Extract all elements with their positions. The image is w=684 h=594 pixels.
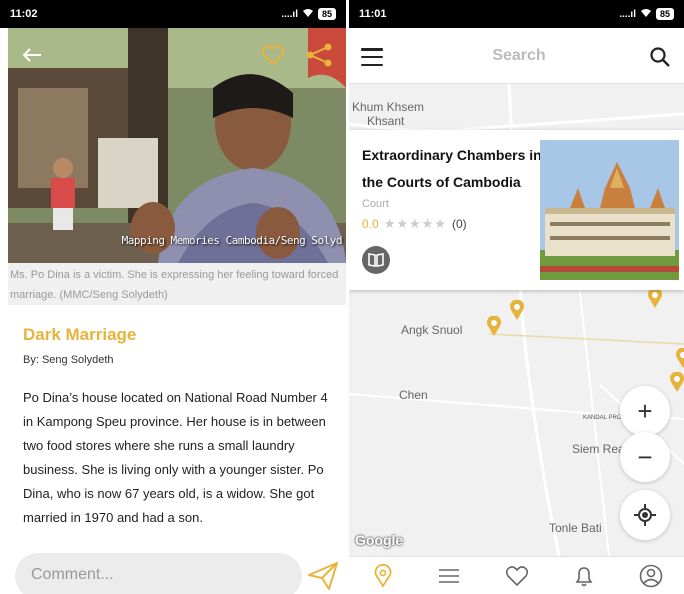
- search-bar: [349, 28, 684, 84]
- article-body: Po Dina’s house located on National Road…: [23, 390, 328, 525]
- map-label: Chen: [399, 388, 428, 402]
- review-count: (0): [451, 217, 467, 231]
- star-rating-icon: ★★★★★: [383, 216, 447, 231]
- article-title: Dark Marriage: [23, 325, 137, 344]
- map-screen: 11:01 ....ıl 85 Khum Khsem Khsant An: [349, 0, 684, 594]
- battery-icon: 85: [317, 8, 336, 20]
- signal-icon: ....ıl: [281, 8, 298, 20]
- map-label: Angk Snuol: [401, 323, 463, 337]
- map-pin-icon[interactable]: [486, 316, 502, 336]
- status-time: 11:02: [10, 8, 38, 20]
- book-icon[interactable]: [362, 246, 390, 274]
- favorite-heart-icon[interactable]: [261, 44, 285, 66]
- map-pin-icon[interactable]: [647, 288, 663, 308]
- google-logo: Google: [355, 532, 404, 548]
- rating-value: 0.0: [362, 217, 379, 231]
- hero-photo-credit: Mapping Memories Cambodia/Seng Solyd: [121, 234, 343, 247]
- place-title: Extraordinary Chambers in the Courts of …: [362, 147, 542, 190]
- map-label: Khsant: [367, 114, 405, 128]
- zoom-in-button[interactable]: +: [620, 386, 670, 436]
- place-photo: [540, 140, 679, 280]
- battery-icon: 85: [655, 8, 674, 20]
- map-label: Tonle Bati: [549, 521, 602, 535]
- map-pin-icon[interactable]: [509, 300, 525, 320]
- hero-photo: Mapping Memories Cambodia/Seng Solyd: [8, 28, 346, 263]
- wifi-icon: [640, 8, 652, 21]
- bottom-nav: [349, 556, 684, 594]
- search-input[interactable]: [459, 44, 579, 68]
- map-label: KANDAL PRO: [583, 415, 622, 421]
- map-pin-icon[interactable]: [371, 563, 395, 588]
- place-rating: 0.0 ★★★★★ (0): [362, 216, 467, 232]
- list-icon[interactable]: [438, 564, 462, 588]
- share-icon[interactable]: [304, 42, 334, 68]
- status-bar: 11:01 ....ıl 85: [349, 0, 684, 28]
- map-pin-icon[interactable]: [669, 372, 684, 392]
- article-byline: By: Seng Solydeth: [23, 354, 114, 366]
- comment-input[interactable]: Comment...: [15, 553, 302, 594]
- crosshair-icon: [634, 504, 656, 526]
- zoom-out-button[interactable]: −: [620, 432, 670, 482]
- wifi-icon: [302, 8, 314, 21]
- back-arrow-icon[interactable]: [22, 48, 42, 62]
- my-location-button[interactable]: [620, 490, 670, 540]
- status-time: 11:01: [359, 8, 387, 20]
- story-screen: 11:02 ....ıl 85 Mapping Memories Cambodi…: [0, 0, 346, 594]
- map-label: Khum Khsem: [352, 100, 425, 114]
- search-icon[interactable]: [649, 46, 671, 68]
- hamburger-menu-icon[interactable]: [361, 48, 383, 66]
- signal-icon: ....ıl: [619, 8, 636, 20]
- user-icon[interactable]: [639, 564, 663, 588]
- status-bar: 11:02 ....ıl 85: [0, 0, 346, 28]
- hero-photo-scene: [8, 28, 346, 263]
- heart-icon[interactable]: [505, 564, 529, 588]
- place-card[interactable]: Extraordinary Chambers in the Courts of …: [349, 130, 684, 290]
- bell-icon[interactable]: [572, 564, 596, 588]
- map-pin-icon[interactable]: [675, 348, 684, 368]
- photo-caption: Ms. Po Dina is a victim. She is expressi…: [8, 263, 346, 305]
- send-icon[interactable]: [307, 560, 339, 592]
- map-label: Siem Rea: [572, 442, 625, 456]
- place-category: Court: [362, 198, 389, 210]
